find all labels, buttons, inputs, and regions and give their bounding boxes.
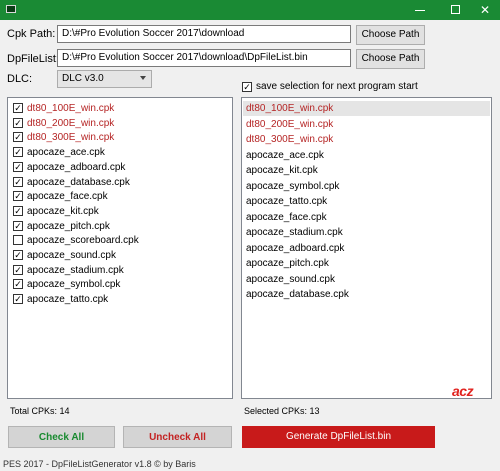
close-icon: ✕ [479, 3, 491, 17]
selected-cpk-item[interactable]: apocaze_tatto.cpk [243, 194, 490, 209]
acz-logo: acz [452, 383, 474, 399]
cpk-path-label: Cpk Path: [7, 28, 56, 40]
choose-cpk-path-button[interactable]: Choose Path [356, 25, 425, 45]
selected-cpk-list[interactable]: dt80_100E_win.cpk dt80_200E_win.cpk dt80_3… [241, 97, 492, 399]
cpk-name: apocaze_tatto.cpk [27, 294, 109, 306]
app-icon [6, 5, 16, 13]
cpk-checkbox[interactable]: ✓ [13, 132, 23, 143]
cpk-checkbox[interactable]: ✓ [13, 220, 23, 231]
cpk-checkbox[interactable]: ✓ [13, 117, 23, 128]
footer-credits: PES 2017 - DpFileListGenerator v1.8 © by… [3, 459, 196, 469]
cpk-name: apocaze_sound.cpk [27, 250, 116, 261]
cpk-checkbox[interactable]: ✓ [13, 279, 23, 290]
cpk-checkbox[interactable]: ✓ [13, 250, 23, 260]
maximize-icon [450, 5, 460, 14]
maximize-button[interactable] [440, 0, 470, 20]
cpk-name: apocaze_face.cpk [27, 191, 108, 203]
selected-cpk-item[interactable]: apocaze_symbol.cpk [243, 179, 490, 194]
cpk-name: dt80_300E_win.cpk [27, 132, 115, 144]
dlc-label: DLC: [7, 73, 33, 85]
selected-cpk-item[interactable]: apocaze_database.cpk [243, 287, 490, 302]
selected-cpk-item[interactable]: apocaze_ace.cpk [243, 148, 490, 163]
cpk-name: apocaze_pitch.cpk [27, 220, 110, 232]
save-selection-label: save selection for next program start [256, 81, 418, 92]
selected-cpks-label: Selected CPKs: 13 [244, 406, 320, 416]
cpk-name: apocaze_adboard.cpk [27, 161, 126, 173]
cpk-name: apocaze_scoreboard.cpk [27, 235, 139, 247]
selected-cpk-item[interactable]: apocaze_pitch.cpk [243, 256, 490, 271]
cpk-name: apocaze_database.cpk [27, 176, 130, 188]
selected-cpk-item[interactable]: apocaze_kit.cpk [243, 163, 490, 178]
minimize-icon [415, 10, 425, 11]
dpfilelist-label: DpFileList: [7, 53, 59, 65]
uncheck-all-button[interactable]: Uncheck All [123, 426, 232, 448]
dpfilelist-path-input[interactable]: D:\#Pro Evolution Soccer 2017\download\D… [57, 49, 351, 67]
cpk-checkbox[interactable]: ✓ [13, 147, 23, 158]
cpk-checkbox[interactable]: ✓ [13, 205, 23, 216]
selected-cpk-item[interactable]: apocaze_face.cpk [243, 210, 490, 225]
cpk-checkbox[interactable]: ✓ [13, 176, 23, 187]
dlc-selected-value: DLC v3.0 [62, 73, 104, 84]
selected-cpk-item[interactable]: apocaze_sound.cpk [243, 272, 490, 287]
cpk-name: apocaze_stadium.cpk [27, 264, 124, 276]
cpk-checkbox[interactable]: ✓ [13, 264, 23, 275]
save-selection-checkbox[interactable]: ✓ [242, 82, 252, 92]
cpk-checkbox[interactable]: ✓ [13, 294, 23, 305]
cpk-path-input[interactable]: D:\#Pro Evolution Soccer 2017\download [57, 25, 351, 43]
cpk-checkbox[interactable]: ✓ [13, 103, 23, 113]
cpk-checklist[interactable]: ✓ dt80_100E_win.cpk ✓ dt80_200E_win.cpk ✓ dt8… [7, 97, 233, 399]
selected-cpk-item[interactable]: dt80_200E_win.cpk [243, 117, 490, 132]
cpk-name: apocaze_kit.cpk [27, 205, 99, 217]
cpk-checkbox[interactable]: ✓ [13, 191, 23, 202]
minimize-button[interactable] [405, 0, 435, 20]
cpk-name: dt80_100E_win.cpk [27, 103, 115, 114]
cpk-name: dt80_200E_win.cpk [27, 117, 115, 129]
selected-cpk-item[interactable]: dt80_100E_win.cpk [243, 101, 490, 116]
cpk-checkbox[interactable]: ✓ [13, 161, 23, 172]
cpk-checkbox[interactable] [13, 235, 23, 246]
dlc-select[interactable]: DLC v3.0 [57, 70, 152, 88]
title-bar: ✕ [0, 0, 500, 20]
check-all-button[interactable]: Check All [8, 426, 115, 448]
selected-cpk-item[interactable]: apocaze_adboard.cpk [243, 241, 490, 256]
selected-cpk-item[interactable]: apocaze_stadium.cpk [243, 225, 490, 240]
total-cpks-label: Total CPKs: 14 [10, 406, 70, 416]
selected-cpk-item[interactable]: dt80_300E_win.cpk [243, 132, 490, 147]
choose-dpfilelist-path-button[interactable]: Choose Path [356, 49, 425, 69]
chevron-down-icon [140, 76, 146, 80]
generate-button[interactable]: Generate DpFileList.bin [242, 426, 435, 448]
close-button[interactable]: ✕ [470, 0, 500, 20]
cpk-name: apocaze_symbol.cpk [27, 279, 121, 291]
cpk-name: apocaze_ace.cpk [27, 147, 105, 159]
